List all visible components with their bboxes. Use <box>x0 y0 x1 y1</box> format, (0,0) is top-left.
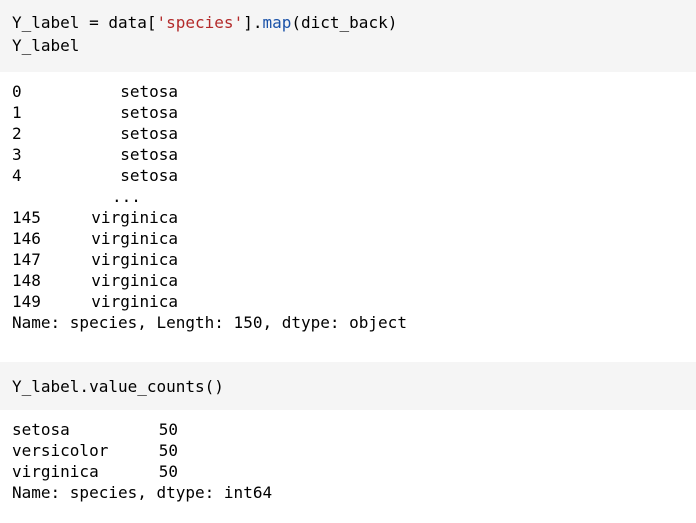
row-index: 2 <box>12 124 22 143</box>
series-row: 146 virginica <box>12 228 696 249</box>
series-row: 148 virginica <box>12 270 696 291</box>
function-name: map <box>262 13 292 32</box>
series-row: 1 setosa <box>12 102 696 123</box>
row-value: setosa <box>120 166 178 185</box>
row-index: 1 <box>12 103 22 122</box>
row-value: virginica <box>91 208 178 227</box>
series-row: 4 setosa <box>12 165 696 186</box>
row-value: setosa <box>120 82 178 101</box>
row-value: virginica <box>91 292 178 311</box>
count-value: 50 <box>158 441 178 460</box>
category-label: virginica <box>12 462 99 481</box>
series-row: 2 setosa <box>12 123 696 144</box>
code-cell-output-2: setosa 50 versicolor 50 virginica 50 Name: … <box>0 419 696 503</box>
count-value: 50 <box>158 462 178 481</box>
row-value: setosa <box>120 124 178 143</box>
row-index: 148 <box>12 271 41 290</box>
row-value: virginica <box>91 229 178 248</box>
row-index: 145 <box>12 208 41 227</box>
category-label: setosa <box>12 420 70 439</box>
series-row: 0 setosa <box>12 81 696 102</box>
code-line: Y_label.value_counts() <box>12 377 224 396</box>
row-value: setosa <box>120 145 178 164</box>
code-line: Y_label = data['species'].map(dict_back) <box>12 11 696 34</box>
count-value: 50 <box>158 420 178 439</box>
row-index: 3 <box>12 145 22 164</box>
truncation-ellipsis: ... <box>12 186 696 207</box>
code-token: (dict_back) <box>291 13 398 32</box>
category-label: versicolor <box>12 441 109 460</box>
code-cell-input-1[interactable]: Y_label = data['species'].map(dict_back)… <box>0 0 696 72</box>
series-row: 145 virginica <box>12 207 696 228</box>
series-row: 147 virginica <box>12 249 696 270</box>
ellipsis-text: ... <box>112 187 141 206</box>
series-footer: Name: species, dtype: int64 <box>12 483 273 502</box>
code-token: ]. <box>243 13 263 32</box>
value-count-row: setosa 50 <box>12 419 696 440</box>
code-cell-input-2[interactable]: Y_label.value_counts() <box>0 362 696 410</box>
code-cell-output-1: 0 setosa 1 setosa 2 setosa 3 setosa 4 setosa … <box>0 81 696 333</box>
row-value: virginica <box>91 250 178 269</box>
value-count-row: versicolor 50 <box>12 440 696 461</box>
code-token: Y_label = data[ <box>12 13 157 32</box>
series-footer: Name: species, Length: 150, dtype: objec… <box>12 313 407 332</box>
string-literal: 'species' <box>156 13 244 32</box>
code-line: Y_label <box>12 36 80 55</box>
row-index: 146 <box>12 229 41 248</box>
series-row: 3 setosa <box>12 144 696 165</box>
row-index: 4 <box>12 166 22 185</box>
value-count-row: virginica 50 <box>12 461 696 482</box>
series-row: 149 virginica <box>12 291 696 312</box>
row-index: 0 <box>12 82 22 101</box>
row-value: virginica <box>91 271 178 290</box>
row-index: 147 <box>12 250 41 269</box>
row-value: setosa <box>120 103 178 122</box>
row-index: 149 <box>12 292 41 311</box>
